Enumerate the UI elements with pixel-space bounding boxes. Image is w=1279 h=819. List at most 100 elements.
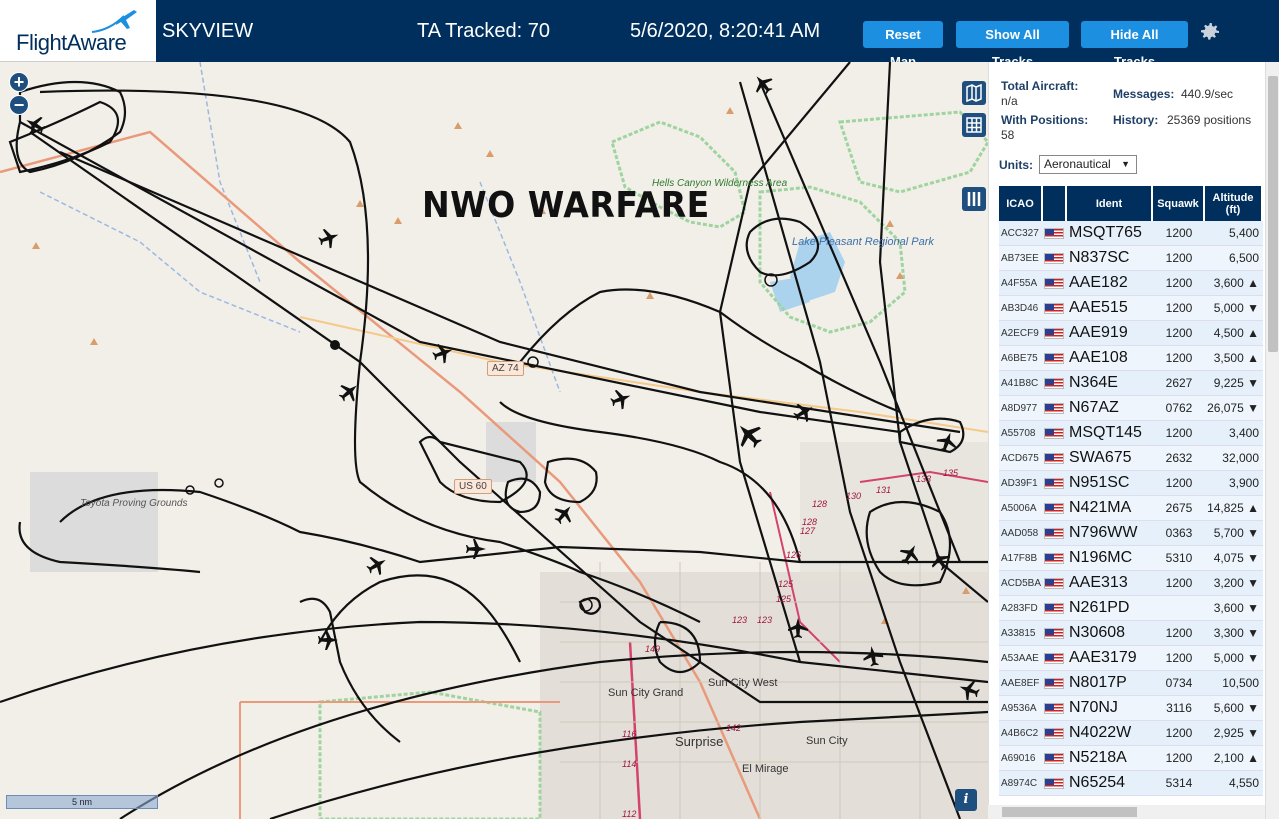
- route-number: 112: [622, 809, 637, 819]
- table-row[interactable]: AB3D46 AAE515 1200 5,000 ▼: [999, 296, 1263, 321]
- aircraft-table-wrap[interactable]: ICAO Ident Squawk Altitude (ft) ACC327 MS…: [999, 186, 1263, 806]
- table-row[interactable]: AAE8EF N8017P 0734 10,500: [999, 671, 1263, 696]
- cell-icao: ACC327: [999, 221, 1043, 246]
- table-row[interactable]: A4F55A AAE182 1200 3,600 ▲: [999, 271, 1263, 296]
- cell-icao: A55708: [999, 421, 1043, 446]
- route-number: 126: [786, 550, 802, 560]
- table-row[interactable]: A69016 N5218A 1200 2,100 ▲: [999, 746, 1263, 771]
- flightaware-logo[interactable]: FlightAware: [0, 0, 156, 62]
- cell-ident: N70NJ: [1067, 696, 1153, 721]
- aircraft-layer[interactable]: [0, 62, 988, 819]
- flight-map[interactable]: Hells Canyon Wilderness Area Lake Pleasa…: [0, 62, 988, 819]
- map-grid-button[interactable]: [962, 113, 986, 137]
- aircraft-icon[interactable]: [748, 69, 778, 99]
- table-row[interactable]: A4B6C2 N4022W 1200 2,925 ▼: [999, 721, 1263, 746]
- aircraft-icon[interactable]: [334, 377, 364, 407]
- col-ident[interactable]: Ident: [1067, 186, 1153, 221]
- table-row[interactable]: A33815 N30608 1200 3,300 ▼: [999, 621, 1263, 646]
- aircraft-icon[interactable]: [466, 539, 486, 559]
- table-row[interactable]: ACC327 MSQT765 1200 5,400: [999, 221, 1263, 246]
- aircraft-icon[interactable]: [608, 386, 634, 412]
- table-row[interactable]: A6BE75 AAE108 1200 3,500 ▲: [999, 346, 1263, 371]
- table-row[interactable]: AD39F1 N951SC 1200 3,900: [999, 471, 1263, 496]
- table-row[interactable]: A41B8C N364E 2627 9,225 ▼: [999, 371, 1263, 396]
- cell-squawk: 1200: [1153, 271, 1205, 296]
- aircraft-icon[interactable]: [363, 551, 391, 579]
- toggle-sidebar-button[interactable]: [962, 187, 986, 211]
- aircraft-table-body: ACC327 MSQT765 1200 5,400 AB73EE N837SC 1200 6,…: [999, 221, 1263, 796]
- cell-ident: AAE182: [1067, 271, 1153, 296]
- table-row[interactable]: A8974C N65254 5314 4,550: [999, 771, 1263, 796]
- aircraft-icon[interactable]: [730, 416, 768, 454]
- us-flag-icon: [1044, 603, 1064, 615]
- aircraft-icon[interactable]: [549, 499, 579, 529]
- show-all-tracks-button[interactable]: Show All Tracks: [956, 21, 1069, 69]
- aircraft-icon[interactable]: [21, 111, 49, 139]
- col-altitude[interactable]: Altitude (ft): [1205, 186, 1263, 221]
- cell-squawk: 1200: [1153, 721, 1205, 746]
- units-select[interactable]: Aeronautical ▼: [1039, 155, 1137, 174]
- aircraft-icon[interactable]: [926, 546, 954, 574]
- table-row[interactable]: A8D977 N67AZ 0762 26,075 ▼: [999, 396, 1263, 421]
- map-layers-button[interactable]: [962, 81, 986, 105]
- aircraft-icon[interactable]: [318, 630, 338, 650]
- aircraft-icon[interactable]: [430, 340, 456, 366]
- cell-ident: MSQT765: [1067, 221, 1153, 246]
- aircraft-icon[interactable]: [316, 225, 342, 251]
- gear-icon[interactable]: [1198, 20, 1222, 44]
- cell-flag: [1043, 496, 1067, 521]
- us-flag-icon: [1044, 328, 1064, 340]
- col-icao[interactable]: ICAO: [999, 186, 1043, 221]
- zoom-out-button[interactable]: −: [9, 95, 29, 115]
- us-flag-icon: [1044, 378, 1064, 390]
- table-row[interactable]: ACD5BA AAE313 1200 3,200 ▼: [999, 571, 1263, 596]
- table-row[interactable]: AAD058 N796WW 0363 5,700 ▼: [999, 521, 1263, 546]
- table-row[interactable]: A283FD N261PD 3,600 ▼: [999, 596, 1263, 621]
- table-row[interactable]: A17F8B N196MC 5310 4,075 ▼: [999, 546, 1263, 571]
- table-row[interactable]: ACD675 SWA675 2632 32,000: [999, 446, 1263, 471]
- table-row[interactable]: A9536A N70NJ 3116 5,600 ▼: [999, 696, 1263, 721]
- cell-ident: N951SC: [1067, 471, 1153, 496]
- us-flag-icon: [1044, 453, 1064, 465]
- cell-squawk: 1200: [1153, 221, 1205, 246]
- aircraft-icon[interactable]: [956, 677, 982, 703]
- scrollbar-thumb[interactable]: [1268, 76, 1278, 352]
- cell-squawk: 5314: [1153, 771, 1205, 796]
- cell-squawk: 2627: [1153, 371, 1205, 396]
- table-row[interactable]: A2ECF9 AAE919 1200 4,500 ▲: [999, 321, 1263, 346]
- sidebar-scrollbar[interactable]: [1265, 62, 1279, 819]
- table-row[interactable]: A5006A N421MA 2675 14,825 ▲: [999, 496, 1263, 521]
- reset-map-button[interactable]: Reset Map: [863, 21, 943, 69]
- info-button[interactable]: i: [955, 789, 977, 811]
- col-squawk[interactable]: Squawk: [1153, 186, 1205, 221]
- cell-ident: AAE108: [1067, 346, 1153, 371]
- cell-flag: [1043, 521, 1067, 546]
- zoom-in-button[interactable]: +: [9, 72, 29, 92]
- aircraft-icon[interactable]: [861, 644, 885, 668]
- aircraft-sidebar: Total Aircraft: n/a With Positions: 58 M…: [988, 62, 1279, 819]
- cell-squawk: 1200: [1153, 621, 1205, 646]
- table-row[interactable]: A55708 MSQT145 1200 3,400: [999, 421, 1263, 446]
- cell-icao: A41B8C: [999, 371, 1043, 396]
- cell-altitude: 2,925 ▼: [1205, 721, 1263, 746]
- aircraft-icon[interactable]: [790, 398, 818, 426]
- columns-icon: [967, 192, 981, 206]
- units-label: Units:: [999, 158, 1033, 172]
- cell-flag: [1043, 296, 1067, 321]
- hscrollbar-thumb[interactable]: [1002, 807, 1137, 817]
- table-row[interactable]: AB73EE N837SC 1200 6,500: [999, 246, 1263, 271]
- aircraft-icon[interactable]: [896, 540, 924, 568]
- cell-ident: N837SC: [1067, 246, 1153, 271]
- top-header: FlightAware SKYVIEW TA Tracked: 70 5/6/2…: [0, 0, 1279, 69]
- cell-altitude: 26,075 ▼: [1205, 396, 1263, 421]
- table-horizontal-scrollbar[interactable]: [988, 805, 1265, 819]
- aircraft-icon[interactable]: [788, 618, 808, 638]
- col-flag[interactable]: [1043, 186, 1067, 221]
- aircraft-icon[interactable]: [934, 429, 960, 455]
- route-number: 123: [757, 615, 773, 625]
- us-flag-icon: [1044, 403, 1064, 415]
- table-row[interactable]: A53AAE AAE3179 1200 5,000 ▼: [999, 646, 1263, 671]
- cell-icao: A4B6C2: [999, 721, 1043, 746]
- hide-all-tracks-button[interactable]: Hide All Tracks: [1081, 21, 1188, 69]
- with-positions-label: With Positions:: [1001, 113, 1089, 127]
